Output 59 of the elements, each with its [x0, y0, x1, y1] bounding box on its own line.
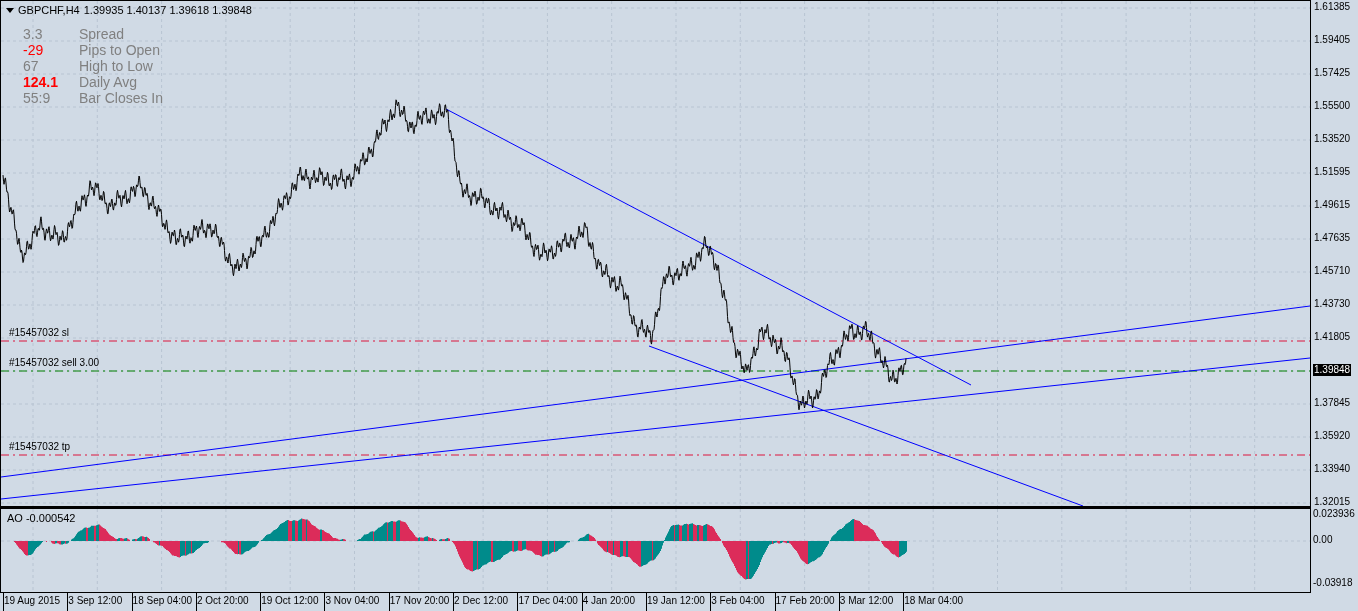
- info-label: Spread: [79, 26, 125, 42]
- trend-line[interactable]: [1, 305, 1310, 478]
- info-value: -29: [23, 42, 45, 58]
- price-label: 1.49615: [1313, 199, 1352, 211]
- info-label: Bar Closes In: [79, 90, 164, 106]
- time-label: 17 Feb 20:00: [774, 593, 839, 611]
- time-label: 19 Aug 2015: [3, 593, 68, 611]
- price-label: 1.59405: [1313, 34, 1352, 46]
- info-label: Pips to Open: [79, 42, 160, 58]
- order-label: #15457032 sell 3.00: [9, 357, 100, 369]
- time-label: 17 Nov 20:00: [388, 593, 454, 611]
- info-value: 67: [23, 58, 40, 74]
- price-label: 1.37845: [1313, 397, 1352, 409]
- trend-line[interactable]: [648, 345, 1084, 506]
- info-value: 55:9: [23, 90, 52, 106]
- indicator-axis-label: -0.03918: [1313, 577, 1353, 589]
- dropdown-triangle-icon[interactable]: [6, 7, 14, 14]
- order-label: #15457032 sl: [9, 327, 70, 339]
- time-label: 17 Dec 04:00: [517, 593, 582, 611]
- time-label: 3 Sep 12:00: [67, 593, 132, 611]
- price-label: 1.32015: [1313, 496, 1352, 508]
- chart-symbol: GBPCHF,H4: [18, 4, 80, 17]
- price-label: 1.55500: [1313, 100, 1352, 112]
- time-label: 4 Jan 20:00: [581, 593, 646, 611]
- price-label: 1.61385: [1313, 1, 1352, 13]
- time-label: 3 Mar 12:00: [838, 593, 904, 611]
- price-label: 1.53520: [1313, 133, 1352, 145]
- time-label: 3 Nov 04:00: [324, 593, 389, 611]
- price-label: 1.41805: [1313, 331, 1352, 343]
- indicator-axis-label: 0.00: [1313, 534, 1333, 546]
- time-label: 19 Oct 12:00: [260, 593, 325, 611]
- time-label: 3 Feb 04:00: [710, 593, 775, 611]
- trend-line[interactable]: [445, 108, 972, 386]
- info-label: High to Low: [79, 58, 153, 74]
- info-value: 3.3: [23, 26, 44, 42]
- price-chart[interactable]: GBPCHF,H4 1.39935 1.40137 1.39618 1.39848 3.3 Spread -29 Pips to Open 67 High to Low 124.1 Daily Avg 55:9 Bar Closes In #15457032 sl #15457032 sell 3.00 #15457032 tp: [0, 0, 1311, 507]
- price-label: 1.45710: [1313, 265, 1352, 277]
- order-level-line[interactable]: [1, 454, 1310, 456]
- chart-quotes: 1.39935 1.40137 1.39618 1.39848: [83, 4, 252, 17]
- info-value: 124.1: [23, 74, 60, 90]
- info-label: Daily Avg: [79, 74, 138, 90]
- indicator-title: AO -0.000542: [7, 512, 76, 525]
- price-label: 1.51595: [1313, 166, 1352, 178]
- price-label: 1.33940: [1313, 463, 1352, 475]
- price-label: 1.57425: [1313, 67, 1352, 79]
- time-label: 2 Oct 20:00: [195, 593, 261, 611]
- time-label: 18 Sep 04:00: [131, 593, 196, 611]
- price-label: 1.47635: [1313, 232, 1352, 244]
- trend-line[interactable]: [1, 357, 1310, 500]
- price-label: 1.35920: [1313, 430, 1352, 442]
- order-label: #15457032 tp: [9, 441, 71, 453]
- price-label: 1.43730: [1313, 298, 1352, 310]
- current-price-tag: 1.39848: [1313, 364, 1352, 376]
- time-label: 2 Dec 12:00: [453, 593, 518, 611]
- order-level-line[interactable]: [1, 340, 1310, 342]
- time-label: 19 Jan 12:00: [645, 593, 711, 611]
- order-level-line[interactable]: [1, 370, 1310, 372]
- indicator-axis-label: 0.023936: [1313, 508, 1355, 520]
- time-label: 18 Mar 04:00: [903, 593, 968, 611]
